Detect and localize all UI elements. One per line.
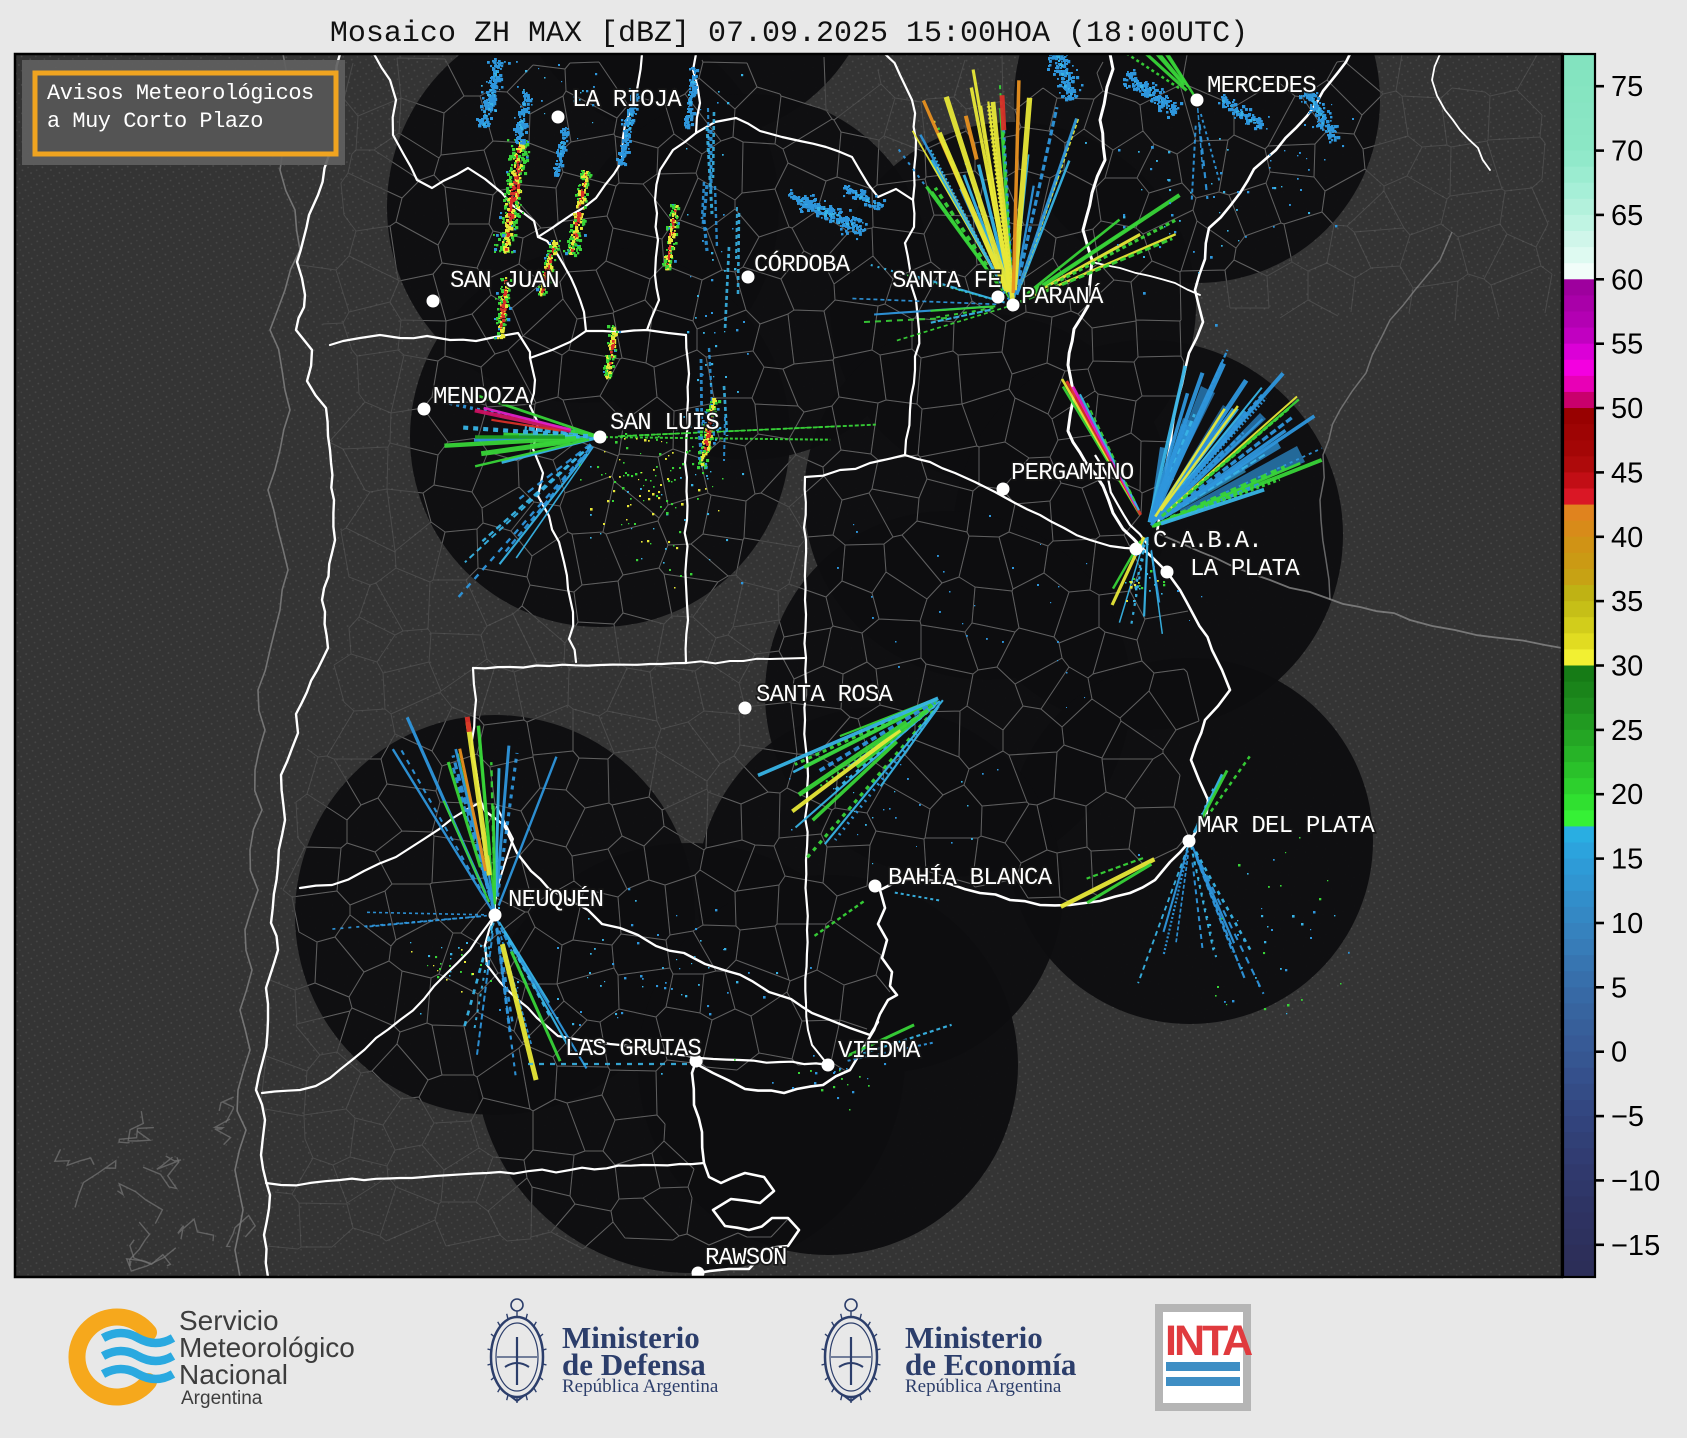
svg-text:5: 5 — [1611, 972, 1627, 1004]
svg-text:10: 10 — [1611, 908, 1643, 940]
svg-text:25: 25 — [1611, 715, 1643, 747]
svg-text:30: 30 — [1611, 651, 1643, 683]
svg-text:45: 45 — [1611, 457, 1643, 489]
svg-text:BAHÍA BLANCA: BAHÍA BLANCA — [888, 864, 1053, 892]
svg-text:Nacional: Nacional — [179, 1359, 288, 1390]
svg-text:−15: −15 — [1611, 1230, 1660, 1262]
svg-text:Mosaico ZH MAX [dBZ] 07.09.202: Mosaico ZH MAX [dBZ] 07.09.2025 15:00HOA… — [330, 17, 1248, 51]
svg-text:20: 20 — [1611, 779, 1643, 811]
svg-text:VIEDMA: VIEDMA — [838, 1038, 921, 1065]
svg-text:PERGAMINO: PERGAMINO — [1011, 460, 1134, 487]
svg-text:PARANÁ: PARANÁ — [1021, 283, 1104, 311]
svg-text:Avisos Meteorológicos: Avisos Meteorológicos — [47, 81, 314, 106]
svg-text:INTA: INTA — [1165, 1317, 1252, 1365]
svg-text:−10: −10 — [1611, 1165, 1660, 1197]
svg-text:NEUQUÉN: NEUQUÉN — [508, 886, 603, 914]
svg-text:CÓRDOBA: CÓRDOBA — [754, 250, 851, 279]
svg-text:MERCEDES: MERCEDES — [1207, 73, 1316, 100]
svg-text:a Muy Corto Plazo: a Muy Corto Plazo — [47, 109, 263, 134]
svg-text:República Argentina: República Argentina — [562, 1376, 719, 1397]
svg-text:SAN LUIS: SAN LUIS — [610, 410, 719, 437]
svg-text:35: 35 — [1611, 586, 1643, 618]
svg-text:50: 50 — [1611, 393, 1643, 425]
svg-text:SANTA FE: SANTA FE — [892, 268, 1001, 295]
svg-text:55: 55 — [1611, 329, 1643, 361]
svg-text:40: 40 — [1611, 522, 1643, 554]
svg-text:0: 0 — [1611, 1037, 1627, 1069]
svg-text:15: 15 — [1611, 844, 1643, 876]
svg-text:SANTA ROSA: SANTA ROSA — [756, 682, 893, 709]
svg-text:República Argentina: República Argentina — [905, 1376, 1062, 1397]
svg-text:Argentina: Argentina — [181, 1388, 263, 1409]
svg-text:SAN JUAN: SAN JUAN — [450, 268, 559, 295]
svg-text:70: 70 — [1611, 136, 1643, 168]
svg-text:C.A.B.A.: C.A.B.A. — [1153, 528, 1262, 555]
svg-text:MAR DEL PLATA: MAR DEL PLATA — [1197, 813, 1375, 840]
svg-text:−5: −5 — [1611, 1101, 1644, 1133]
svg-text:65: 65 — [1611, 200, 1643, 232]
svg-text:RAWSON: RAWSON — [705, 1245, 787, 1272]
svg-text:LA RIOJA: LA RIOJA — [572, 87, 682, 114]
svg-text:60: 60 — [1611, 264, 1643, 296]
svg-text:LAS GRUTAS: LAS GRUTAS — [565, 1036, 701, 1063]
svg-text:LA PLATA: LA PLATA — [1190, 556, 1300, 583]
svg-text:MENDOZA: MENDOZA — [433, 384, 530, 411]
svg-text:75: 75 — [1611, 71, 1643, 103]
